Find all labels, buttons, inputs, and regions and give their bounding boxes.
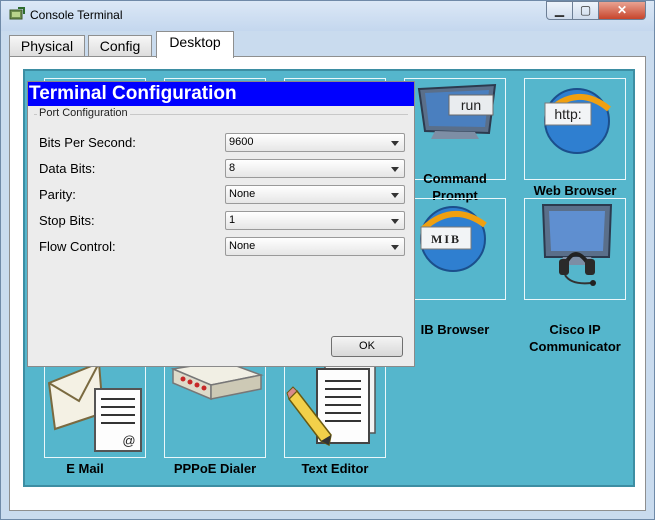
bits-per-second-label: Bits Per Second: <box>39 135 136 150</box>
svg-text:MIB: MIB <box>431 232 461 246</box>
chevron-down-icon <box>391 219 399 224</box>
svg-text:run: run <box>461 97 481 113</box>
flow-control-label: Flow Control: <box>39 239 116 254</box>
mib-browser-icon: MIB <box>420 206 487 272</box>
flow-control-select[interactable]: None <box>225 237 405 256</box>
text-editor-label[interactable]: Text Editor <box>274 460 396 477</box>
chevron-down-icon <box>391 141 399 146</box>
pppoe-dialer-label[interactable]: PPPoE Dialer <box>154 460 276 477</box>
data-bits-value: 8 <box>229 162 236 174</box>
tab-strip: Physical Config Desktop <box>9 31 647 58</box>
web-browser-label[interactable]: Web Browser <box>524 182 626 199</box>
mib-browser-label[interactable]: IB Browser <box>404 321 506 338</box>
stop-bits-select[interactable]: 1 <box>225 211 405 230</box>
web-browser-icon: http: <box>544 88 611 154</box>
flow-control-value: None <box>229 240 256 252</box>
group-label: Port Configuration <box>37 107 130 119</box>
ip-communicator-icon <box>541 204 613 286</box>
email-icon: @ <box>47 361 142 452</box>
chevron-down-icon <box>391 193 399 198</box>
tab-config[interactable]: Config <box>88 35 152 57</box>
stop-bits-value: 1 <box>229 214 236 226</box>
pppoe-dialer-tile[interactable] <box>164 358 266 458</box>
pppoe-dialer-icon <box>170 360 264 401</box>
dialog-title: Terminal Configuration <box>28 82 414 106</box>
parity-select[interactable]: None <box>225 185 405 204</box>
text-editor-tile[interactable] <box>284 358 386 458</box>
tab-desktop[interactable]: Desktop <box>156 31 234 58</box>
terminal-configuration-dialog: Terminal Configuration Port Configuratio… <box>27 81 415 367</box>
ip-communicator-label[interactable]: Cisco IP Communicator <box>514 321 633 355</box>
window-title: Console Terminal <box>30 8 123 22</box>
ok-button[interactable]: OK <box>331 336 403 357</box>
bits-per-second-select[interactable]: 9600 <box>225 133 405 152</box>
email-tile[interactable]: @ <box>44 358 146 458</box>
command-prompt-tile[interactable]: run <box>404 78 506 180</box>
command-prompt-icon: run <box>417 83 497 139</box>
mib-browser-tile[interactable]: MIB <box>404 198 506 300</box>
text-editor-icon <box>286 362 376 447</box>
parity-value: None <box>229 188 256 200</box>
maximize-button[interactable]: ▢ <box>572 1 599 20</box>
minimize-button[interactable]: ▁ <box>546 1 573 20</box>
svg-text:@: @ <box>122 433 135 448</box>
data-bits-label: Data Bits: <box>39 161 96 176</box>
chevron-down-icon <box>391 245 399 250</box>
svg-text:http:: http: <box>554 106 581 122</box>
title-bar[interactable]: Console Terminal ▁ ▢ ✕ <box>1 1 654 31</box>
web-browser-tile[interactable]: http: <box>524 78 626 180</box>
ip-communicator-tile[interactable] <box>524 198 626 300</box>
bits-per-second-value: 9600 <box>229 136 254 148</box>
data-bits-select[interactable]: 8 <box>225 159 405 178</box>
packet-tracer-icon <box>9 7 25 20</box>
stop-bits-label: Stop Bits: <box>39 213 95 228</box>
parity-label: Parity: <box>39 187 76 202</box>
chevron-down-icon <box>391 167 399 172</box>
close-button[interactable]: ✕ <box>598 1 646 20</box>
tab-physical[interactable]: Physical <box>9 35 85 57</box>
email-label[interactable]: E Mail <box>44 460 126 477</box>
console-terminal-window: Console Terminal ▁ ▢ ✕ Physical Config D… <box>0 0 655 520</box>
